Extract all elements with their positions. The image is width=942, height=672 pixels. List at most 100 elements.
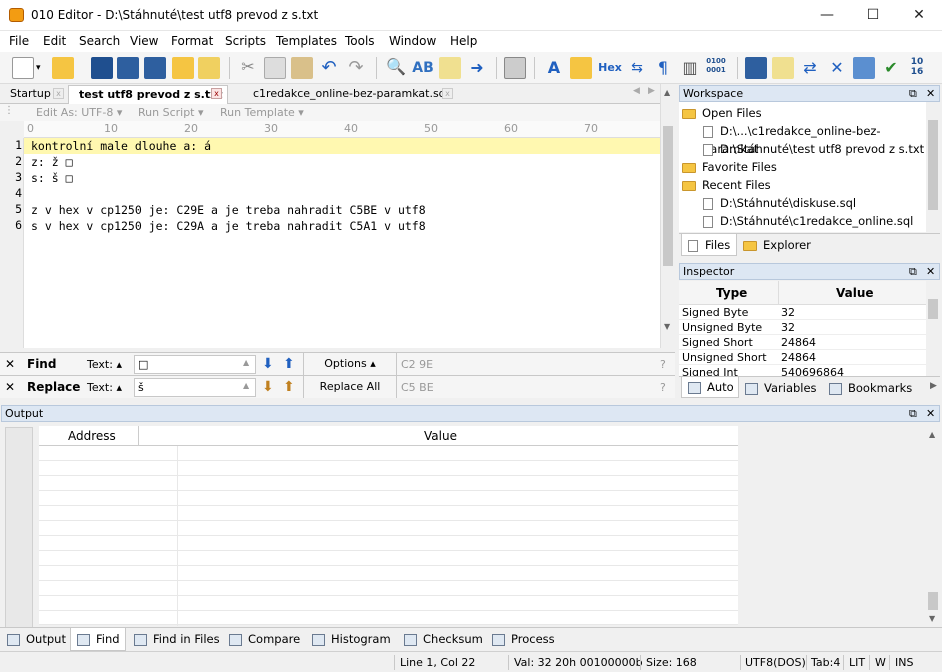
- tab-compare[interactable]: Compare: [229, 632, 300, 646]
- replace-history-icon[interactable]: ▲: [243, 381, 249, 390]
- cut-icon[interactable]: ✂: [237, 57, 259, 79]
- close-tab-icon[interactable]: x: [442, 88, 453, 99]
- tab-scroll-left-icon[interactable]: ◀: [633, 86, 640, 96]
- convert-icon[interactable]: ⇆: [626, 57, 648, 79]
- menu-help[interactable]: Help: [450, 34, 477, 48]
- inspect-icon[interactable]: [772, 57, 794, 79]
- run-template-dropdown[interactable]: Run Template ▾: [220, 106, 304, 119]
- tab-checksum[interactable]: Checksum: [404, 632, 483, 646]
- spellcheck-icon[interactable]: AB: [412, 57, 434, 79]
- table-row[interactable]: [39, 551, 738, 566]
- print-icon[interactable]: [504, 57, 526, 79]
- goto-icon[interactable]: ➜: [466, 57, 488, 79]
- inspector-row[interactable]: Signed Int 540696864: [679, 365, 926, 376]
- tab-find-in-files[interactable]: Find in Files: [134, 632, 220, 646]
- scroll-thumb[interactable]: [928, 120, 938, 210]
- copy-icon[interactable]: [264, 57, 286, 79]
- find-input[interactable]: □: [134, 355, 256, 374]
- status-ins[interactable]: INS: [895, 656, 913, 669]
- replace-prev-icon[interactable]: ⬆: [283, 379, 295, 395]
- close-panel-icon[interactable]: ✕: [926, 406, 935, 421]
- edit-as-dropdown[interactable]: Edit As: UTF-8 ▾: [36, 106, 122, 119]
- tab-auto[interactable]: Auto: [681, 377, 739, 398]
- pilcrow-icon[interactable]: ¶: [652, 57, 674, 79]
- close-find-icon[interactable]: ✕: [5, 357, 15, 371]
- close-replace-icon[interactable]: ✕: [5, 380, 15, 394]
- inspector-row[interactable]: Signed Short 24864: [679, 335, 926, 350]
- close-tab-icon[interactable]: x: [53, 88, 64, 99]
- float-panel-icon[interactable]: ⧉: [909, 264, 917, 279]
- float-panel-icon[interactable]: ⧉: [909, 406, 917, 421]
- inspector-scrollbar[interactable]: [926, 281, 940, 376]
- editor-line[interactable]: s: š □: [31, 170, 73, 186]
- table-row[interactable]: [39, 596, 738, 611]
- text-editor[interactable]: kontrolní male dlouhe a: á z: ž □ s: š □…: [24, 138, 660, 348]
- tree-group-recent-files[interactable]: Recent Files: [682, 176, 771, 194]
- status-tab[interactable]: Tab:4: [811, 656, 840, 669]
- redo-icon[interactable]: ↷: [345, 57, 367, 79]
- editor-line[interactable]: kontrolní male dlouhe a: á: [24, 138, 660, 154]
- dropdown-icon[interactable]: ▾: [36, 57, 46, 79]
- close-tab-icon[interactable]: x: [211, 88, 222, 99]
- maximize-button[interactable]: ☐: [850, 0, 896, 30]
- table-row[interactable]: [39, 491, 738, 506]
- editor-line[interactable]: z v hex v cp1250 je: C29E a je treba nah…: [31, 202, 426, 218]
- find-icon[interactable]: 🔍: [385, 57, 407, 79]
- tree-file[interactable]: D:\Stáhnuté\test utf8 prevod z s.txt: [703, 140, 924, 158]
- save-as-icon[interactable]: [117, 57, 139, 79]
- col-value-header[interactable]: Value: [424, 429, 457, 443]
- tree-group-open-files[interactable]: Open Files: [682, 104, 762, 122]
- find-next-icon[interactable]: ⬇: [262, 356, 274, 372]
- inspector-row[interactable]: Unsigned Byte 32: [679, 320, 926, 335]
- editor-scrollbar[interactable]: ▲ ▼: [660, 84, 675, 348]
- tab-find[interactable]: Find: [70, 628, 126, 651]
- tab-files[interactable]: Files: [681, 234, 737, 256]
- columns-icon[interactable]: ▥: [679, 57, 701, 79]
- font-icon[interactable]: A: [543, 57, 565, 79]
- find-text-mode[interactable]: Text: ▴: [87, 358, 122, 371]
- base-convert-icon[interactable]: 10 16: [906, 57, 928, 79]
- highlight-icon[interactable]: [570, 57, 592, 79]
- tab-process[interactable]: Process: [492, 632, 555, 646]
- table-row[interactable]: [39, 566, 738, 581]
- inspector-row[interactable]: Unsigned Short 24864: [679, 350, 926, 365]
- replace-next-icon[interactable]: ⬇: [262, 379, 274, 395]
- tab-variables[interactable]: Variables: [745, 381, 817, 395]
- menu-window[interactable]: Window: [389, 34, 436, 48]
- col-type-header[interactable]: Type: [716, 286, 747, 300]
- table-row[interactable]: [39, 446, 738, 461]
- tools-icon[interactable]: ✕: [826, 57, 848, 79]
- tab-explorer[interactable]: Explorer: [743, 238, 811, 252]
- scroll-up-icon[interactable]: ▲: [929, 430, 935, 439]
- menu-view[interactable]: View: [130, 34, 158, 48]
- inspector-row[interactable]: Signed Byte 32: [679, 305, 926, 320]
- menu-edit[interactable]: Edit: [43, 34, 66, 48]
- status-encoding[interactable]: UTF8(DOS): [745, 656, 806, 669]
- table-row[interactable]: [39, 506, 738, 521]
- menu-tools[interactable]: Tools: [345, 34, 375, 48]
- scroll-up-icon[interactable]: ▲: [664, 88, 670, 97]
- tab-scroll-right-icon[interactable]: ▶: [648, 86, 655, 96]
- minimize-button[interactable]: —: [804, 0, 850, 30]
- scroll-thumb[interactable]: [663, 126, 673, 266]
- close-panel-icon[interactable]: ✕: [926, 86, 935, 101]
- float-panel-icon[interactable]: ⧉: [909, 86, 917, 101]
- table-row[interactable]: [39, 521, 738, 536]
- close-icon[interactable]: [198, 57, 220, 79]
- table-row[interactable]: [39, 476, 738, 491]
- find-history-icon[interactable]: ▲: [243, 358, 249, 367]
- menu-format[interactable]: Format: [171, 34, 213, 48]
- compare-icon[interactable]: ⇄: [799, 57, 821, 79]
- calculator-icon[interactable]: [745, 57, 767, 79]
- close-panel-icon[interactable]: ✕: [926, 264, 935, 279]
- histogram-icon[interactable]: [853, 57, 875, 79]
- tree-file[interactable]: D:\...\c1redakce_online-bez-paramkat: [703, 122, 926, 156]
- open-icon[interactable]: [52, 57, 74, 79]
- save-icon[interactable]: [91, 57, 113, 79]
- editor-line[interactable]: z: ž □: [31, 154, 73, 170]
- workspace-scrollbar[interactable]: [926, 102, 940, 232]
- col-address-header[interactable]: Address: [68, 429, 116, 443]
- scroll-thumb[interactable]: [928, 299, 938, 319]
- binary-icon[interactable]: 0100 0001: [705, 57, 727, 79]
- menu-templates[interactable]: Templates: [276, 34, 337, 48]
